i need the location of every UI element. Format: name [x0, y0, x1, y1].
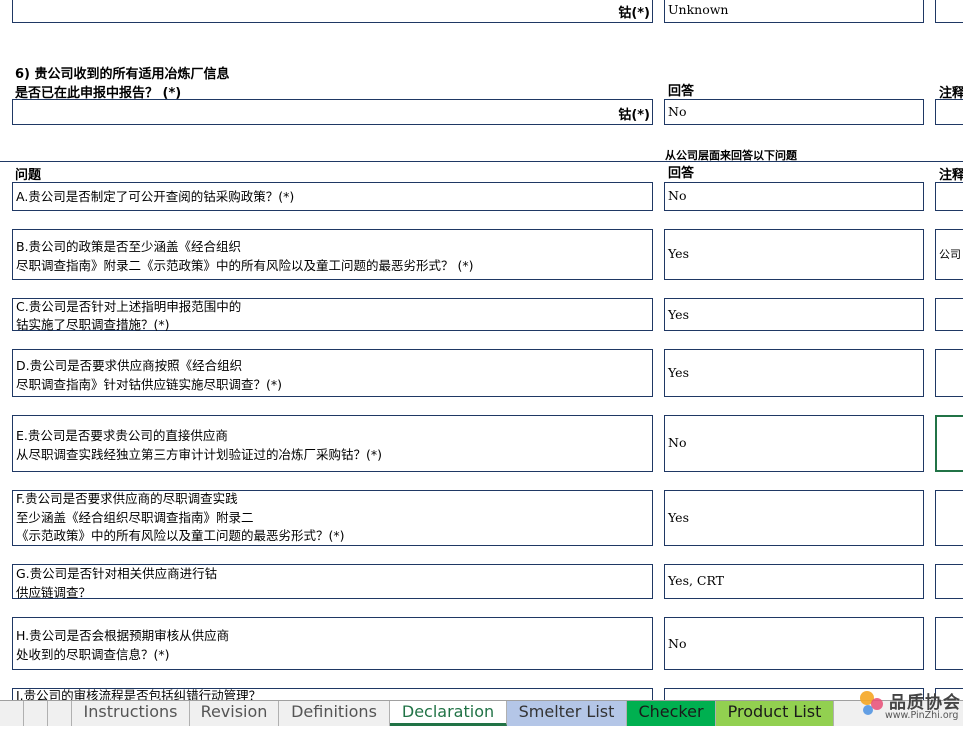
- question-d-text: D.贵公司是否要求供应商按照《经合组织 尽职调查指南》针对钴供应链实施尽职调查？…: [16, 358, 283, 392]
- question-f-comment-cell[interactable]: [935, 490, 963, 546]
- top-row-label: 钴(*): [618, 6, 650, 21]
- question-b-answer: Yes: [668, 246, 689, 261]
- q6-answer-header: 回答: [668, 84, 695, 99]
- question-h-answer: No: [668, 636, 687, 651]
- watermark-url: www.PinZhi.org: [885, 710, 959, 721]
- answer-header: 回答: [668, 166, 695, 181]
- question-a-answer-cell[interactable]: [664, 182, 924, 211]
- tab-smelter-list[interactable]: Smelter List: [507, 701, 627, 726]
- tab-product-list[interactable]: Product List: [716, 701, 834, 726]
- question-e-comment-cell[interactable]: [935, 415, 963, 472]
- question-b-answer-cell[interactable]: [664, 229, 924, 280]
- question-c-comment-cell[interactable]: [935, 298, 963, 331]
- question-h-text: H.贵公司是否会根据预期审核从供应商 处收到的尽职调查信息？(*): [16, 628, 230, 662]
- question-a-text: A.贵公司是否制定了可公开查阅的钴采购政策？(*): [16, 189, 295, 204]
- question-e-text: E.贵公司是否要求贵公司的直接供应商 从尽职调查实践经独立第三方审计计划验证过的…: [16, 428, 383, 462]
- sheet-tabs-bar: Instructions Revision Definitions Declar…: [0, 700, 963, 726]
- tab-declaration[interactable]: Declaration: [390, 701, 507, 726]
- section-divider: [0, 161, 963, 162]
- question-c-answer-cell[interactable]: [664, 298, 924, 331]
- question-a-answer: No: [668, 188, 687, 203]
- tab-scroll-right[interactable]: [24, 701, 48, 726]
- comment-header: 注释: [939, 168, 963, 183]
- q6-comment-cell[interactable]: [935, 99, 963, 125]
- question-a-comment-cell[interactable]: [935, 182, 963, 211]
- question-b-text: B.贵公司的政策是否至少涵盖《经合组织 尽职调查指南》附录二《示范政策》中的所有…: [16, 239, 474, 273]
- top-label-cell[interactable]: [12, 0, 653, 23]
- question-b-comment: 公司: [939, 248, 961, 261]
- question-d-comment-cell[interactable]: [935, 349, 963, 397]
- question-f-text: F.贵公司是否要求供应商的尽职调查实践 至少涵盖《经合组织尽职调查指南》附录二 …: [16, 491, 345, 543]
- tab-revision[interactable]: Revision: [190, 701, 279, 726]
- question-header: 问题: [15, 168, 42, 183]
- q6-answer-cell[interactable]: [664, 99, 924, 125]
- question-h-comment-cell[interactable]: [935, 617, 963, 670]
- question-c-text: C.贵公司是否针对上述指明申报范围中的 钴实施了尽职调查措施？(*): [16, 299, 242, 332]
- question-f-answer: Yes: [668, 510, 689, 525]
- q6-label-cell[interactable]: [12, 99, 653, 125]
- q6-answer-value: No: [668, 104, 687, 119]
- top-comment-cell[interactable]: [935, 0, 963, 23]
- q6-row-label: 钴(*): [618, 108, 650, 123]
- tab-scroll-more[interactable]: [48, 701, 72, 726]
- question-g-answer: Yes, CRT: [668, 573, 725, 588]
- question-e-answer-cell[interactable]: [664, 415, 924, 472]
- question-g-text: G.贵公司是否针对相关供应商进行钴 供应链调查？: [16, 566, 218, 600]
- question-d-answer: Yes: [668, 365, 689, 380]
- question-c-answer: Yes: [668, 307, 689, 322]
- question-h-answer-cell[interactable]: [664, 617, 924, 670]
- question-e-answer: No: [668, 435, 687, 450]
- tab-scroll-left[interactable]: [0, 701, 24, 726]
- q6-title-line1: 6) 贵公司收到的所有适用冶炼厂信息: [15, 67, 230, 82]
- question-d-answer-cell[interactable]: [664, 349, 924, 397]
- question-i-text: I.贵公司的审核流程是否包括纠错行动管理？: [16, 688, 262, 700]
- spreadsheet-grid: 钴(*) Unknown 6) 贵公司收到的所有适用冶炼厂信息 是否已在此申报中…: [0, 0, 963, 700]
- top-answer-value: Unknown: [668, 2, 729, 17]
- question-f-answer-cell[interactable]: [664, 490, 924, 546]
- tab-instructions[interactable]: Instructions: [72, 701, 190, 726]
- company-level-note: 从公司层面来回答以下问题: [665, 149, 797, 162]
- watermark-logo: 品质协会 www.PinZhi.org: [855, 686, 963, 726]
- tab-definitions[interactable]: Definitions: [279, 701, 390, 726]
- tab-checker[interactable]: Checker: [627, 701, 716, 726]
- question-g-comment-cell[interactable]: [935, 564, 963, 599]
